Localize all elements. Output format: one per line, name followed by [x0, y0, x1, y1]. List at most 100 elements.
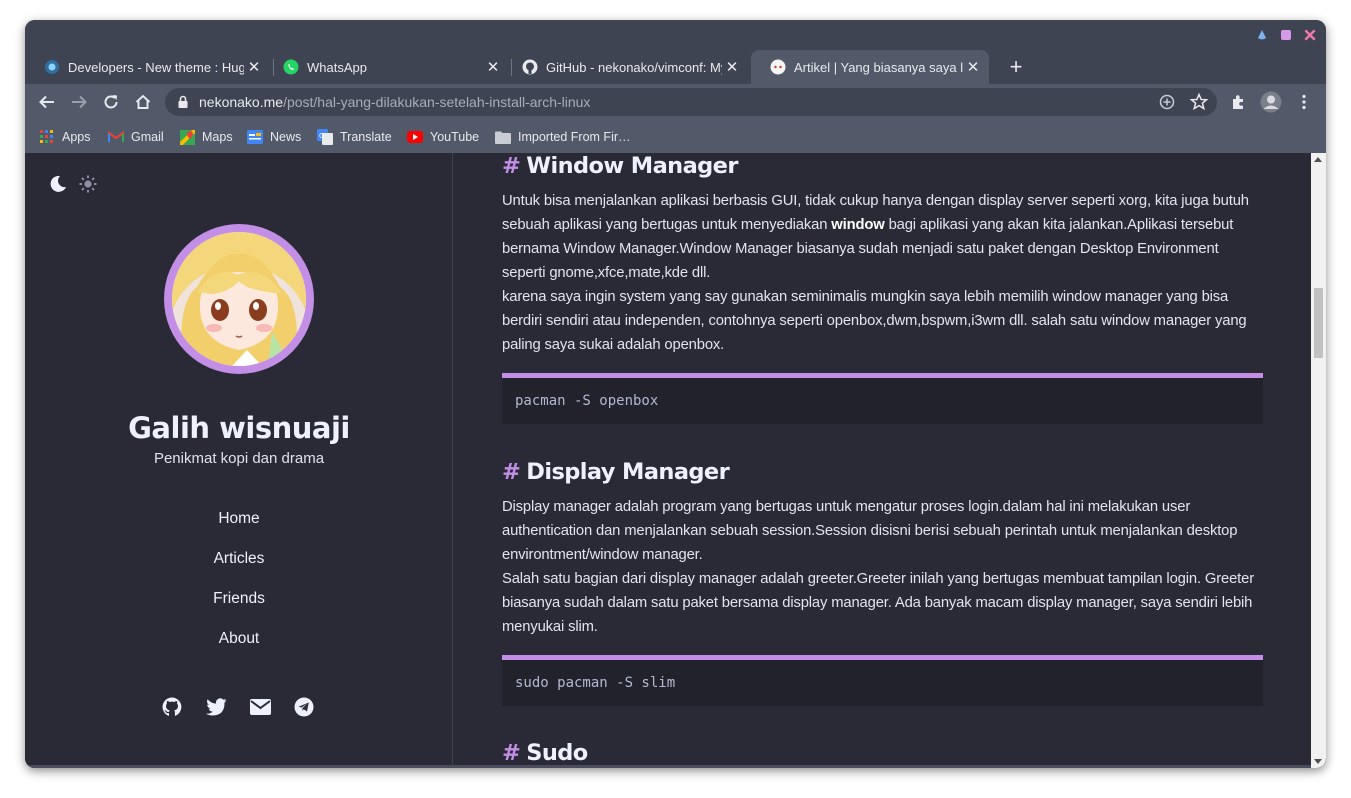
paragraph: karena saya ingin system yang say gunaka…: [502, 289, 1247, 353]
vertical-scrollbar[interactable]: [1311, 153, 1326, 768]
profile-avatar[interactable]: [1259, 90, 1283, 114]
close-window-icon[interactable]: [1304, 29, 1316, 41]
browser-window: Developers - New theme : Hugo ✕ WhatsApp…: [25, 20, 1326, 768]
tab-strip: Developers - New theme : Hugo ✕ WhatsApp…: [25, 50, 1326, 84]
toolbar: nekonako.me/post/hal-yang-dilakukan-sete…: [25, 84, 1326, 120]
reload-icon[interactable]: [99, 90, 123, 114]
tab-whatsapp[interactable]: WhatsApp ✕: [264, 50, 509, 84]
lock-icon[interactable]: [177, 95, 189, 109]
extensions-icon[interactable]: [1227, 90, 1251, 114]
bookmark-star-icon[interactable]: [1189, 92, 1209, 112]
code-block: pacman -S openbox: [502, 373, 1263, 424]
back-icon[interactable]: [35, 90, 59, 114]
menu-icon[interactable]: [1292, 90, 1316, 114]
nav-about[interactable]: About: [25, 630, 453, 670]
svg-text:G: G: [319, 132, 324, 140]
paragraph: Display manager adalah program yang bert…: [502, 499, 1238, 563]
maps-icon: [179, 129, 195, 145]
install-app-icon[interactable]: [1157, 92, 1177, 112]
github-icon: [522, 59, 538, 75]
sun-icon[interactable]: [79, 175, 97, 193]
telegram-icon[interactable]: [293, 696, 315, 718]
author-bio: Penikmat kopi dan drama: [153, 450, 325, 467]
tab-title: Developers - New theme : Hugo: [68, 59, 244, 75]
omnibox-actions: [1157, 92, 1209, 112]
heading-text: Sudo: [526, 740, 588, 766]
heading-anchor[interactable]: #: [502, 459, 521, 485]
gmail-icon: [108, 129, 124, 145]
home-icon[interactable]: [131, 90, 155, 114]
bookmark-label: Imported From Fir…: [518, 130, 631, 144]
avatar: [164, 224, 314, 374]
theme-toggle: [49, 175, 97, 193]
twitter-icon[interactable]: [205, 696, 227, 718]
maximize-icon[interactable]: [1280, 29, 1292, 41]
bookmark-label: Maps: [202, 130, 233, 144]
tab-close-icon[interactable]: ✕: [483, 58, 503, 76]
tab-title: WhatsApp: [307, 59, 367, 75]
bookmark-label: Gmail: [131, 130, 164, 144]
paragraph: Untuk bisa menjalankan aplikasi berbasis…: [502, 189, 1264, 285]
bookmark-news[interactable]: News: [247, 126, 301, 148]
bookmark-translate[interactable]: G Translate: [317, 126, 392, 148]
mail-icon[interactable]: [249, 696, 271, 718]
author-name: Galih wisnuaji: [128, 411, 350, 445]
bookmark-label: News: [270, 130, 302, 144]
paragraph: Salah satu bagian dari display manager a…: [502, 571, 1254, 635]
hugo-icon: [44, 59, 60, 75]
tab-developers[interactable]: Developers - New theme : Hugo ✕: [25, 50, 270, 84]
forward-icon[interactable]: [67, 90, 91, 114]
heading-window-manager: # Window Manager: [502, 153, 738, 179]
bookmark-gmail[interactable]: Gmail: [108, 126, 164, 148]
tab-artikel[interactable]: Artikel | Yang biasanya saya laku ✕: [751, 50, 989, 84]
paragraph-bold: window: [831, 217, 885, 233]
article-content: # Window Manager Untuk bisa menjalankan a…: [502, 153, 1264, 768]
bookmark-label: Apps: [62, 130, 91, 144]
heading-anchor[interactable]: #: [502, 153, 521, 179]
folder-icon: [495, 129, 511, 145]
social-links: [161, 696, 315, 718]
code-block: sudo pacman -S slim: [502, 655, 1263, 706]
tab-title: Artikel | Yang biasanya saya laku: [794, 59, 963, 75]
bookmark-apps[interactable]: Apps: [39, 126, 91, 148]
nav-articles[interactable]: Articles: [25, 550, 453, 590]
heading-text: Display Manager: [526, 459, 730, 485]
title-bar: [25, 20, 1326, 50]
scroll-up-arrow[interactable]: [1314, 157, 1322, 162]
scroll-thumb[interactable]: [1314, 288, 1323, 358]
bookmark-label: YouTube: [430, 130, 480, 144]
minimize-icon[interactable]: [1256, 29, 1268, 41]
new-tab-button[interactable]: +: [1002, 53, 1030, 81]
moon-icon[interactable]: [49, 175, 67, 193]
avatar-image: [172, 232, 306, 366]
address-bar[interactable]: nekonako.me/post/hal-yang-dilakukan-sete…: [165, 88, 1217, 116]
youtube-icon: [407, 129, 423, 145]
tab-close-icon[interactable]: ✕: [722, 58, 742, 76]
page-viewport: Galih wisnuaji Penikmat kopi dan drama H…: [25, 153, 1326, 768]
nav-friends[interactable]: Friends: [25, 590, 453, 630]
site-icon: [770, 59, 786, 75]
scroll-down-arrow[interactable]: [1314, 759, 1322, 764]
tab-close-icon[interactable]: ✕: [963, 58, 983, 76]
sidebar-nav: Home Articles Friends About: [25, 510, 453, 670]
heading-anchor[interactable]: #: [502, 740, 521, 766]
nav-home[interactable]: Home: [25, 510, 453, 550]
bookmark-imported-folder[interactable]: Imported From Fir…: [495, 126, 631, 148]
window-controls: [1256, 29, 1316, 41]
tab-title: GitHub - nekonako/vimconf: My: [546, 59, 722, 75]
bookmarks-bar: Apps Gmail Maps News G Translate YouTube…: [25, 120, 1326, 153]
sidebar: Galih wisnuaji Penikmat kopi dan drama H…: [25, 153, 453, 768]
news-icon: [247, 129, 263, 145]
bookmark-label: Translate: [340, 130, 392, 144]
tab-github[interactable]: GitHub - nekonako/vimconf: My ✕: [503, 50, 748, 84]
tab-close-icon[interactable]: ✕: [244, 58, 264, 76]
apps-grid-icon: [39, 129, 55, 145]
horizontal-scroll-track: [25, 765, 1311, 768]
github-icon[interactable]: [161, 696, 183, 718]
url-host: nekonako.me: [199, 94, 284, 110]
bookmark-youtube[interactable]: YouTube: [407, 126, 479, 148]
bookmark-maps[interactable]: Maps: [179, 126, 233, 148]
heading-display-manager: # Display Manager: [502, 459, 730, 485]
url-path: /post/hal-yang-dilakukan-setelah-install…: [283, 94, 591, 110]
heading-text: Window Manager: [526, 153, 738, 179]
